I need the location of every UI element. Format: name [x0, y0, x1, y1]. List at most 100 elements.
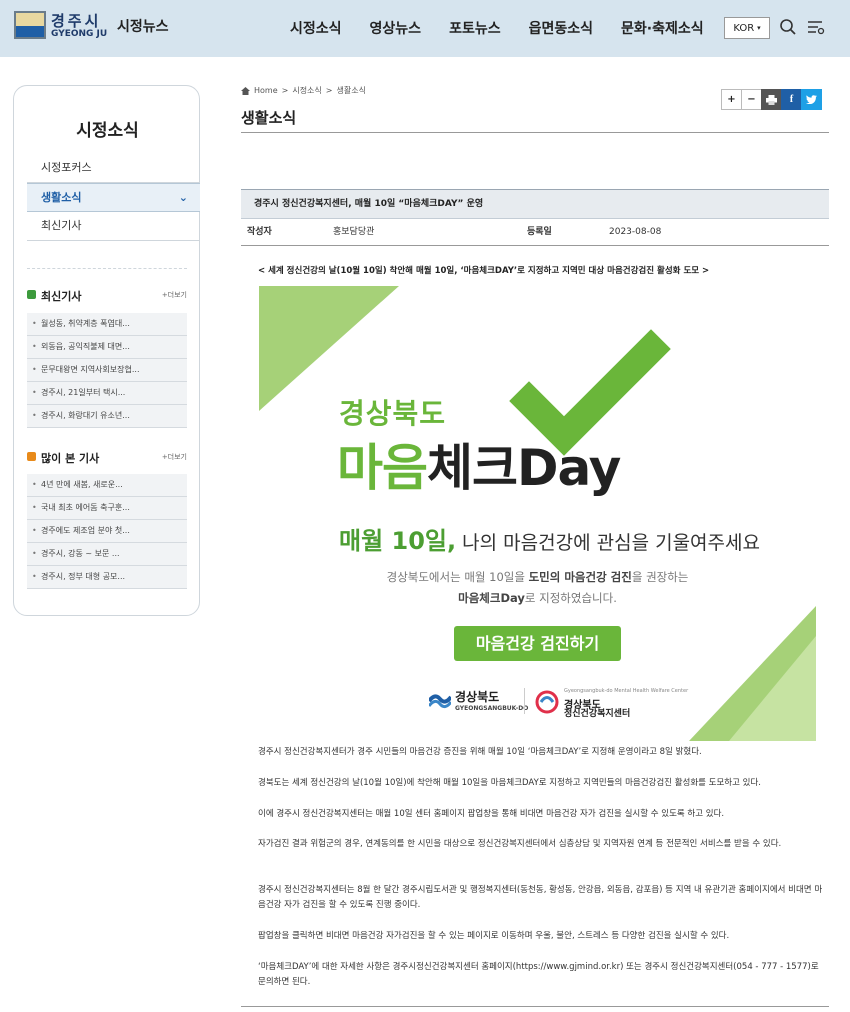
article-paragraph: 팝업창을 클릭하면 비대면 마음건강 자가검진을 할 수 있는 페이지로 이동하…	[258, 931, 730, 941]
popular-more-link[interactable]: +더보기	[162, 452, 187, 462]
search-button[interactable]	[779, 18, 797, 36]
sidebar-item-label: 생활소식	[41, 191, 82, 204]
latest-more-link[interactable]: +더보기	[162, 290, 187, 300]
article-paragraph: 경주시 정신건강복지센터는 8월 한 달간 경주시립도서관 및 행정복지센터(동…	[258, 885, 823, 910]
article-paragraph: 이에 경주시 정신건강복지센터는 매월 10일 센터 홈페이지 팝업창을 통해 …	[258, 809, 725, 819]
list-item[interactable]: 국내 최초 에어돔 축구훈...	[27, 497, 187, 520]
popular-news-list: 4년 만에 새봄, 새로운... 국내 최초 에어돔 축구훈... 경주에도 제…	[27, 474, 187, 589]
poster-tagline: 매월 10일, 나의 마음건강에 관심을 기울여주세요	[339, 521, 760, 556]
list-item[interactable]: 경주시, 21일부터 택시...	[27, 382, 187, 405]
popular-news-header: 많이 본 기사 +더보기	[27, 450, 187, 466]
print-icon	[766, 94, 777, 105]
page-title: 생활소식	[241, 109, 297, 127]
gyeongbuk-logo: 경상북도 GYEONGSANGBUK-DO	[429, 688, 529, 716]
poster-checkup-button: 마음건강 검진하기	[454, 626, 621, 661]
poster-description-line2: 마음체크Day로 지정하였습니다.	[259, 590, 816, 606]
title-divider	[241, 132, 829, 133]
list-item[interactable]: 경주시, 강동 ~ 보문 ...	[27, 543, 187, 566]
mental-health-center-logo: Gyeongsangbuk-do Mental Health Welfare C…	[534, 688, 688, 719]
print-button[interactable]	[761, 89, 782, 110]
breadcrumb-home[interactable]: Home	[254, 86, 278, 95]
nav-item-photo-news[interactable]: 포토뉴스	[449, 18, 501, 38]
sidebar-item-city-focus[interactable]: 시정포커스	[27, 154, 200, 183]
article-paragraph: 경북도는 세계 정신건강의 날(10월 10일)에 착안해 매월 10일을 마음…	[258, 778, 761, 788]
list-item[interactable]: 경주에도 제조업 분야 첫...	[27, 520, 187, 543]
list-item[interactable]: 4년 만에 새봄, 새로운...	[27, 474, 187, 497]
breadcrumb: Home > 시정소식 > 생활소식	[241, 85, 366, 96]
chevron-down-icon: ▾	[757, 24, 761, 32]
list-item[interactable]: 월성동, 취약계층 폭염대...	[27, 313, 187, 336]
site-title[interactable]: 시정뉴스	[117, 16, 169, 36]
popular-news-title: 많이 본 기사	[41, 452, 100, 465]
breadcrumb-separator: >	[281, 86, 289, 95]
facebook-share-button[interactable]: f	[781, 89, 802, 110]
twitter-icon	[806, 95, 817, 104]
poster-desc-bold: 마음체크Day	[458, 591, 525, 605]
sidebar-item-life-news[interactable]: 생활소식 ⌄	[27, 183, 200, 212]
list-item[interactable]: 경주시, 화랑대기 유소년...	[27, 405, 187, 428]
nav-item-video-news[interactable]: 영상뉴스	[370, 18, 422, 38]
breadcrumb-separator: >	[325, 86, 333, 95]
popular-bullet-icon	[27, 452, 36, 461]
article-title: 경주시 정신건강복지센터, 매월 10일 “마음체크DAY” 운영	[241, 189, 829, 219]
list-item[interactable]: 외동읍, 공익직불제 대면...	[27, 336, 187, 359]
twitter-share-button[interactable]	[801, 89, 822, 110]
sidebar-menu: 시정포커스 생활소식 ⌄ 최신기사	[27, 154, 200, 241]
poster-tagline-highlight: 매월 10일,	[339, 527, 457, 555]
nav-item-city-news[interactable]: 시정소식	[290, 18, 342, 38]
search-icon	[780, 19, 796, 35]
list-item[interactable]: 경주시, 정부 대형 공모...	[27, 566, 187, 589]
zoom-in-button[interactable]: +	[721, 89, 742, 110]
list-item[interactable]: 문무대왕면 지역사회보장협...	[27, 359, 187, 382]
poster-logo-divider	[524, 688, 525, 714]
poster-description-line1: 경상북도에서는 매월 10일을 도민의 마음건강 검진을 권장하는	[259, 569, 816, 585]
chevron-down-icon: ⌄	[178, 191, 188, 204]
logo-city-english: GYEONG JU	[51, 29, 108, 39]
language-select[interactable]: KOR ▾	[724, 17, 770, 39]
center-logo-english: Gyeongsangbuk-do Mental Health Welfare C…	[564, 688, 689, 694]
city-emblem-icon	[14, 11, 46, 39]
poster-tagline-text: 나의 마음건강에 관심을 기울여주세요	[456, 532, 760, 554]
facebook-icon: f	[789, 94, 794, 105]
logo-city-name: 경주시	[51, 12, 102, 30]
breadcrumb-level1[interactable]: 시정소식	[292, 85, 321, 96]
article-summary: < 세계 정신건강의 날(10월 10일) 착안해 매월 10일, ‘마음체크D…	[258, 266, 710, 276]
sidebar: 시정소식 시정포커스 생활소식 ⌄ 최신기사 최신기사 +더보기 월성동, 취약…	[13, 85, 200, 616]
latest-news-header: 최신기사 +더보기	[27, 288, 187, 304]
article-paragraph: ‘마음체크DAY’에 대한 자세한 사항은 경주시정신건강복지센터 홈페이지(h…	[258, 962, 819, 987]
article-end-divider	[241, 1006, 829, 1007]
center-logo-name: 정신건강복지센터	[564, 709, 631, 719]
author-value: 홍보담당관	[333, 227, 375, 237]
main-nav: 시정소식 영상뉴스 포토뉴스 읍면동소식 문화·축제소식	[290, 18, 732, 38]
poster-desc-text: 을 권장하는	[631, 570, 689, 584]
article-tools: + − f	[721, 89, 822, 110]
date-label: 등록일	[527, 227, 552, 237]
gyeongbuk-logo-name: 경상북도	[455, 690, 500, 704]
latest-news-list: 월성동, 취약계층 폭염대... 외동읍, 공익직불제 대면... 문무대왕면 …	[27, 313, 187, 428]
article-poster-image: 경상북도 마음체크Day 매월 10일, 나의 마음건강에 관심을 기울여주세요…	[259, 286, 816, 741]
sidebar-item-latest[interactable]: 최신기사	[27, 212, 200, 241]
poster-headline: 마음체크Day	[337, 428, 621, 500]
article-paragraph: 자가검진 결과 위험군의 경우, 연계동의를 한 시민을 대상으로 정신건강복지…	[258, 839, 782, 849]
zoom-out-button[interactable]: −	[741, 89, 762, 110]
gyeongbuk-logo-english: GYEONGSANGBUK-DO	[455, 705, 529, 712]
check-icon	[509, 329, 671, 456]
mental-health-center-logo-icon	[535, 690, 559, 714]
date-value: 2023-08-08	[609, 227, 662, 237]
menu-button[interactable]	[807, 18, 825, 36]
author-label: 작성자	[247, 227, 272, 237]
poster-decoration	[259, 286, 816, 741]
nav-item-district-news[interactable]: 읍면동소식	[529, 18, 593, 38]
poster-desc-text: 로 지정하였습니다.	[524, 591, 617, 605]
poster-region: 경상북도	[339, 397, 447, 430]
city-logo[interactable]: 경주시 GYEONG JU	[14, 10, 108, 44]
poster-headline-dark: 체크Day	[427, 439, 621, 497]
article-meta: 작성자 홍보담당관 등록일 2023-08-08	[241, 219, 829, 246]
poster-desc-text: 경상북도에서는 매월 10일을	[386, 570, 529, 584]
nav-item-culture-news[interactable]: 문화·축제소식	[621, 18, 704, 38]
sidebar-divider	[27, 268, 187, 269]
home-icon	[241, 86, 250, 95]
breadcrumb-level2[interactable]: 생활소식	[336, 85, 365, 96]
menu-icon	[808, 21, 825, 35]
header: 경주시 GYEONG JU 시정뉴스 시정소식 영상뉴스 포토뉴스 읍면동소식 …	[0, 0, 850, 57]
